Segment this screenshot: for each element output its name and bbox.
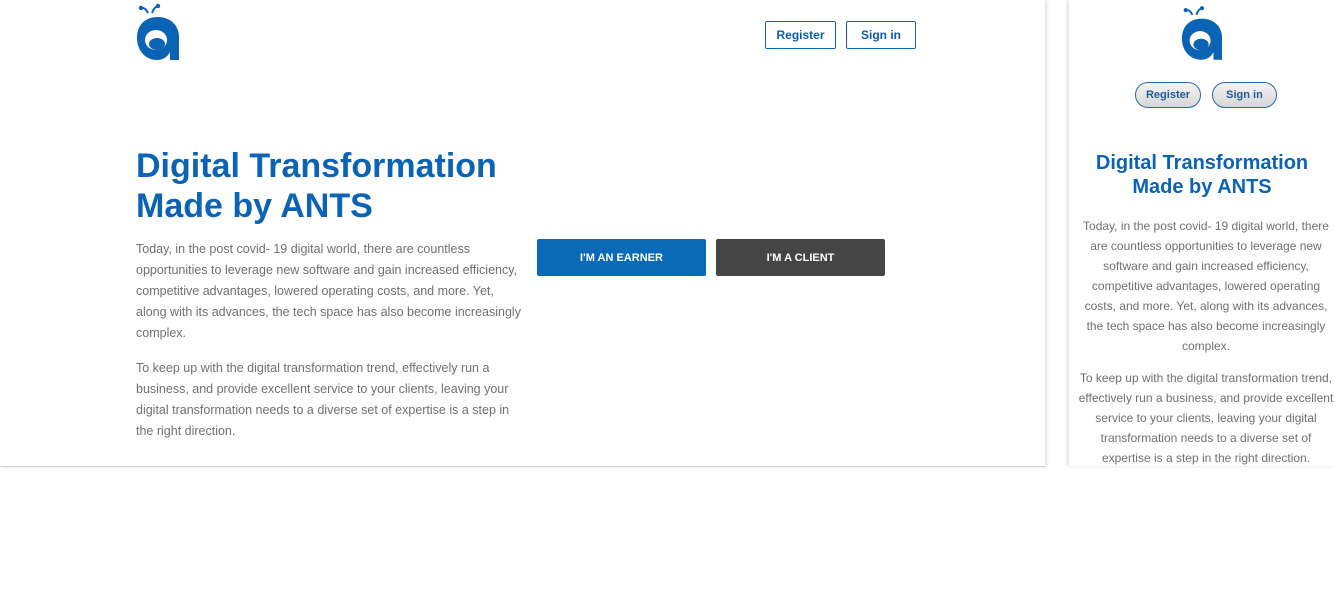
- sign-in-button[interactable]: Sign in: [846, 21, 916, 49]
- client-button[interactable]: I'M A CLIENT: [716, 239, 885, 276]
- hero-title-line1: Digital Transformation: [136, 147, 497, 185]
- mobile-hero-title-line2: Made by ANTS: [1132, 176, 1272, 198]
- ants-logo-icon[interactable]: [1181, 5, 1223, 61]
- mobile-hero-paragraph-2: To keep up with the digital transformati…: [1078, 371, 1334, 465]
- earner-button[interactable]: I'M AN EARNER: [537, 239, 706, 276]
- hero-paragraph-1: Today, in the post covid- 19 digital wor…: [136, 242, 521, 340]
- mobile-view: Register Sign in Digital Transformation …: [1069, 0, 1335, 466]
- mobile-hero-title-line1: Digital Transformation: [1095, 152, 1309, 174]
- register-button[interactable]: Register: [765, 21, 836, 49]
- mobile-sign-in-button[interactable]: Sign in: [1212, 82, 1277, 108]
- desktop-view: Register Sign in Digital Transformation …: [0, 0, 1045, 467]
- ants-logo-icon[interactable]: [136, 3, 180, 61]
- mobile-hero-title: Digital Transformation Made by ANTS: [1069, 151, 1335, 199]
- mobile-register-button[interactable]: Register: [1135, 82, 1201, 108]
- mobile-hero-paragraph-1: Today, in the post covid- 19 digital wor…: [1083, 219, 1329, 353]
- hero-title-line2: Made by ANTS: [136, 187, 373, 225]
- hero-title: Digital Transformation Made by ANTS: [136, 146, 536, 226]
- hero-paragraph-2: To keep up with the digital transformati…: [136, 361, 510, 438]
